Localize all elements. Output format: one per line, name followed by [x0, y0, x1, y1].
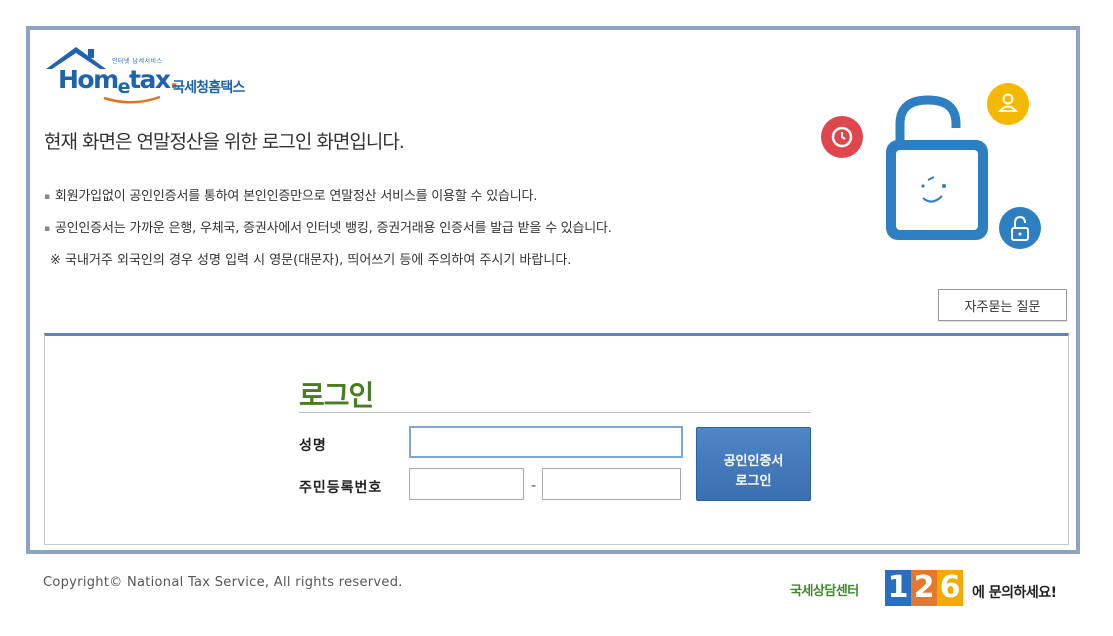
- security-illustration: [821, 83, 1041, 249]
- user-icon: [987, 83, 1029, 125]
- bullet-marker: ▪: [44, 192, 50, 202]
- rrn-label: 주민등록번호: [299, 480, 383, 496]
- main-frame: 인터넷 납세서비스 Hometax. 국세청홈택스 현재 화면은 연말정산을 위…: [26, 26, 1080, 554]
- call-center-label: 국세상담센터: [790, 584, 859, 599]
- call-center-banner[interactable]: 국세상담센터 1 2 6 에 문의하세요!: [790, 570, 1080, 610]
- login-panel: 로그인 성명 주민등록번호 - 공인인증서 로그인: [44, 333, 1069, 545]
- call-center-cta: 에 문의하세요!: [972, 585, 1057, 601]
- bullet-text: 회원가입없이 공인인증서를 통하여 본인인증만으로 연말정산 서비스를 이용할 …: [54, 189, 538, 204]
- list-item: ▪ 회원가입없이 공인인증서를 통하여 본인인증만으로 연말정산 서비스를 이용할…: [44, 188, 612, 220]
- name-input[interactable]: [409, 426, 683, 458]
- rrn-separator: -: [531, 478, 537, 494]
- logo-wordmark: Hometax.: [58, 65, 179, 98]
- rrn-front-input[interactable]: [409, 468, 524, 500]
- login-title: 로그인: [299, 379, 374, 412]
- info-list: ▪ 회원가입없이 공인인증서를 통하여 본인인증만으로 연말정산 서비스를 이용할…: [44, 188, 612, 278]
- bullet-text: 공인인증서는 가까운 은행, 우체국, 증권사에서 인터넷 뱅킹, 증권거래용 …: [54, 221, 612, 236]
- logo-tagline: 인터넷 납세서비스: [112, 58, 163, 65]
- page-headline: 현재 화면은 연말정산을 위한 로그인 화면입니다.: [44, 131, 405, 153]
- cert-button-line1: 공인인증서: [723, 453, 784, 469]
- digit-2: 2: [911, 570, 937, 606]
- copyright-text: Copyright© National Tax Service, All rig…: [43, 575, 403, 590]
- logo-korean-name: 국세청홈택스: [172, 80, 245, 96]
- list-item: ▪ 공인인증서는 가까운 은행, 우체국, 증권사에서 인터넷 뱅킹, 증권거래용…: [44, 220, 612, 252]
- cert-button-line2: 로그인: [735, 473, 772, 489]
- faq-button[interactable]: 자주묻는 질문: [938, 289, 1067, 321]
- hometax-logo[interactable]: 인터넷 납세서비스 Hometax. 국세청홈택스: [44, 43, 284, 104]
- foreigner-note: ※ 국내거주 외국인의 경우 성명 입력 시 영문(대문자), 띄어쓰기 등에 …: [50, 253, 572, 268]
- login-divider: [299, 412, 811, 413]
- digit-6: 6: [937, 570, 963, 606]
- rrn-back-input[interactable]: [542, 468, 681, 500]
- certificate-login-button[interactable]: 공인인증서 로그인: [696, 427, 811, 501]
- call-center-number: 1 2 6: [885, 570, 963, 608]
- padlock-icon: [886, 95, 988, 240]
- logo-swoosh-icon: [103, 95, 161, 104]
- digit-1: 1: [885, 570, 911, 606]
- clock-icon: [821, 116, 863, 158]
- lock-icon: [999, 207, 1041, 249]
- name-label: 성명: [299, 438, 327, 454]
- bullet-marker: ▪: [44, 224, 50, 234]
